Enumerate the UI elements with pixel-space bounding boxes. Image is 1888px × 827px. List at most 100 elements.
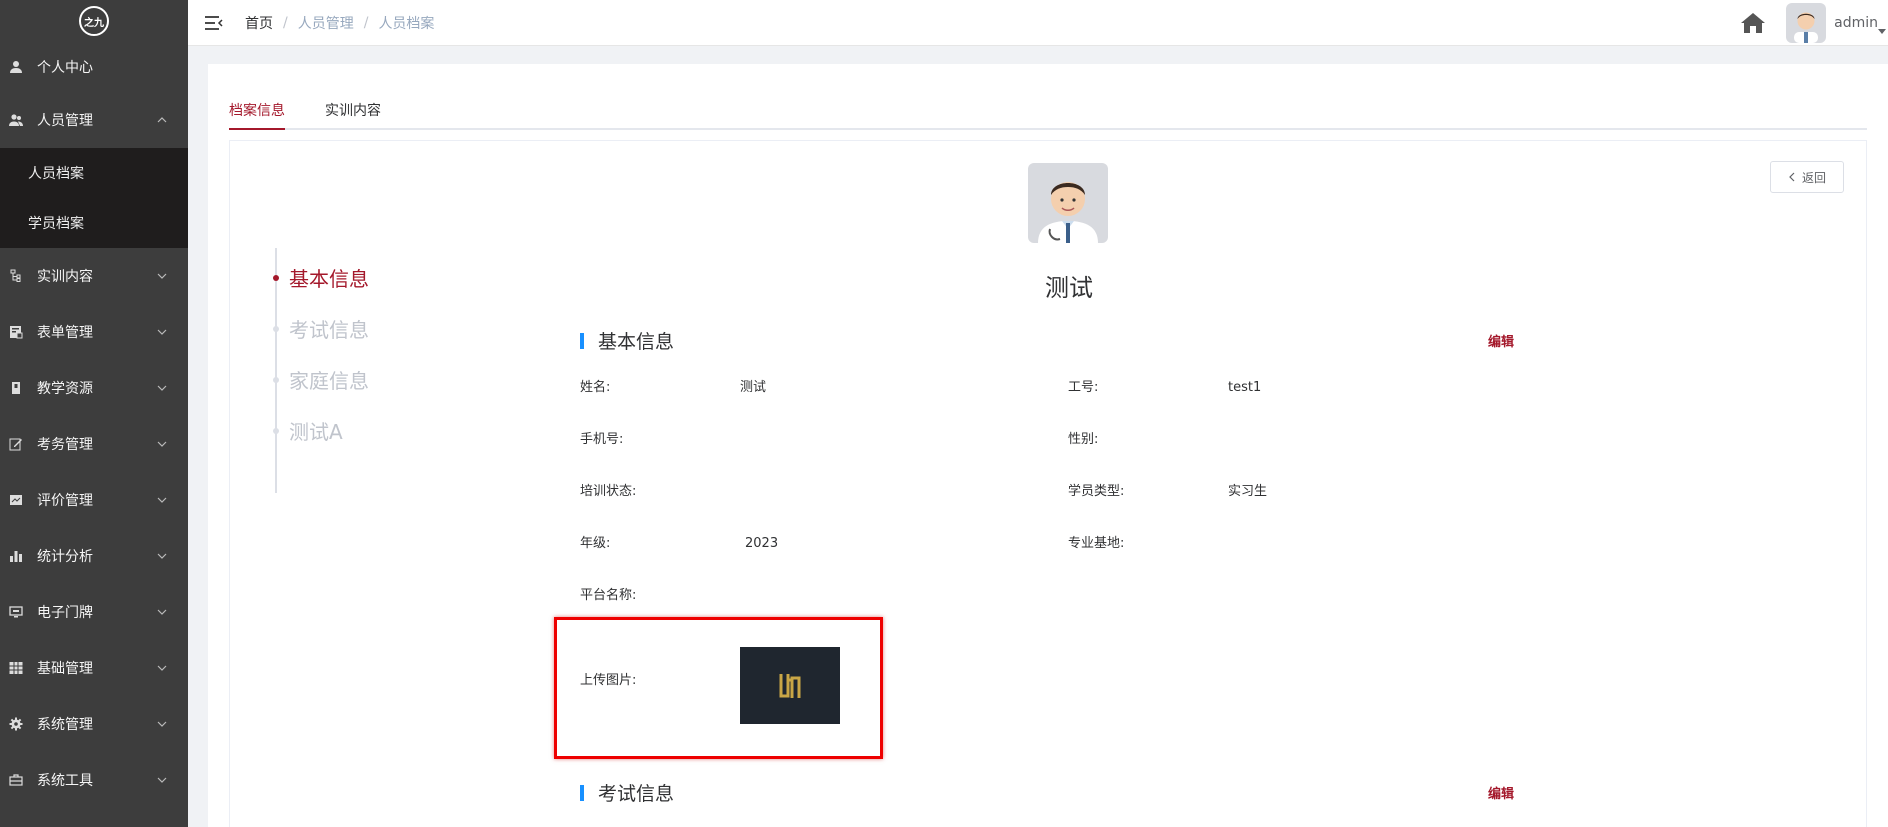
chart-card-icon: [8, 492, 24, 508]
sidebar-item-label: 表单管理: [37, 325, 93, 341]
menu-toggle-icon[interactable]: [205, 15, 223, 31]
section-title-exam: 考试信息: [580, 779, 674, 806]
submenu-personnel: 人员档案 学员档案: [0, 148, 188, 248]
breadcrumb-personnel[interactable]: 人员管理: [298, 13, 354, 33]
tabs: 档案信息 实训内容: [229, 92, 1867, 130]
sidebar-item-basic-management[interactable]: 基础管理: [0, 640, 188, 696]
section-title-text: 基本信息: [598, 331, 675, 353]
sidebar-item-label: 统计分析: [37, 549, 93, 565]
logo: 之九: [79, 6, 109, 36]
tab-training-content[interactable]: 实训内容: [325, 92, 381, 130]
field-label: 工号:: [1068, 380, 1099, 395]
edit-basic-button[interactable]: 编辑: [1488, 331, 1514, 350]
edit-exam-button[interactable]: 编辑: [1488, 783, 1514, 802]
chevron-up-icon: [157, 117, 167, 123]
field-label: 手机号:: [580, 432, 624, 447]
field-base: 专业基地:: [1068, 532, 1228, 551]
avatar[interactable]: [1786, 3, 1827, 43]
sidebar-item-label: 实训内容: [37, 269, 93, 285]
field-grade: 年级: 2023: [580, 532, 778, 551]
app-root: 之九 个人中心 人员管理 人员档案 学员档案 实训内容 表单管理 教学资源 考务…: [0, 0, 1888, 827]
chevron-down-icon: [157, 665, 167, 671]
breadcrumb-current: 人员档案: [378, 15, 435, 32]
gear-icon: [8, 716, 24, 732]
sidebar-subitem-personnel-archive[interactable]: 人员档案: [0, 148, 188, 198]
breadcrumb-home[interactable]: 首页: [245, 13, 273, 33]
sidebar-item-system-management[interactable]: 系统管理: [0, 696, 188, 752]
anchor-family-info[interactable]: 家庭信息: [273, 365, 369, 394]
sidebar-item-statistics[interactable]: 统计分析: [0, 528, 188, 584]
user-icon: [8, 59, 24, 75]
header-right: admin: [1740, 0, 1888, 46]
field-label: 性别:: [1068, 432, 1099, 447]
field-job-no: 工号: test1: [1068, 376, 1261, 395]
sidebar-item-e-doorplate[interactable]: 电子门牌: [0, 584, 188, 640]
sidebar-item-personal-center[interactable]: 个人中心: [0, 42, 188, 92]
sidebar-item-training[interactable]: 实训内容: [0, 248, 188, 304]
field-label: 姓名:: [580, 380, 611, 395]
anchor-exam-info[interactable]: 考试信息: [273, 314, 369, 343]
sidebar-item-label: 系统工具: [37, 773, 93, 789]
field-value: test1: [1228, 380, 1262, 395]
profile-avatar: [1028, 163, 1108, 243]
form-icon: [8, 324, 24, 340]
caret-down-icon[interactable]: [1878, 29, 1886, 34]
logo-area[interactable]: 之九: [0, 0, 188, 42]
sidebar-item-evaluation[interactable]: 评价管理: [0, 472, 188, 528]
field-value: 实习生: [1228, 484, 1268, 499]
sidebar-item-label: 考务管理: [37, 437, 93, 453]
users-icon: [8, 112, 24, 128]
field-value: 测试: [740, 380, 767, 395]
back-button[interactable]: 返回: [1770, 161, 1844, 193]
user-name[interactable]: admin: [1834, 15, 1878, 31]
chevron-down-icon: [157, 777, 167, 783]
field-label: 学员类型:: [1068, 484, 1125, 499]
chevron-down-icon: [157, 553, 167, 559]
tree-icon: [8, 268, 24, 284]
book-icon: [8, 380, 24, 396]
breadcrumb-separator: /: [283, 14, 288, 31]
anchor-label: 家庭信息: [289, 369, 369, 393]
anchor-dot: [273, 376, 279, 383]
chevron-down-icon: [157, 721, 167, 727]
sidebar-item-label: 教学资源: [37, 381, 93, 397]
field-gender: 性别:: [1068, 428, 1228, 447]
field-label: 平台名称:: [580, 588, 637, 603]
sidebar-item-label: 系统管理: [37, 717, 93, 733]
field-platform: 平台名称:: [580, 584, 740, 603]
sidebar-item-label: 电子门牌: [37, 605, 93, 621]
grid-icon: [8, 660, 24, 676]
field-train-status: 培训状态:: [580, 480, 740, 499]
sidebar-item-teaching-resources[interactable]: 教学资源: [0, 360, 188, 416]
sidebar-item-label: 人员管理: [37, 113, 93, 129]
anchor-dot: [273, 427, 279, 434]
home-icon[interactable]: [1740, 11, 1766, 35]
field-label: 培训状态:: [580, 484, 637, 499]
anchor-test-a[interactable]: 测试A: [273, 416, 343, 445]
field-phone: 手机号:: [580, 428, 740, 447]
chevron-down-icon: [157, 273, 167, 279]
archive-card: 返回 基本信息 考试信息 家庭信息 测试A 测试 基本信息 编辑 姓名: 测试 …: [229, 140, 1867, 827]
main-content: 档案信息 实训内容 返回 基本信息 考试信息 家庭信息 测试A 测试 基本信息 …: [208, 64, 1888, 827]
anchor-dot: [273, 325, 279, 332]
field-student-type: 学员类型: 实习生: [1068, 480, 1267, 499]
sidebar-item-label: 评价管理: [37, 493, 93, 509]
sidebar-item-label: 基础管理: [37, 661, 93, 677]
profile-name-text: 测试: [1045, 274, 1093, 302]
chevron-down-icon: [157, 329, 167, 335]
anchor-label: 测试A: [289, 420, 343, 444]
section-title-text: 考试信息: [598, 783, 675, 805]
back-button-label: 返回: [1801, 170, 1826, 185]
chevron-down-icon: [157, 385, 167, 391]
sidebar-item-personnel[interactable]: 人员管理: [0, 92, 188, 148]
field-label: 专业基地:: [1068, 536, 1125, 551]
sidebar-item-system-tools[interactable]: 系统工具: [0, 752, 188, 808]
tab-archive-info[interactable]: 档案信息: [229, 92, 285, 130]
sidebar-item-forms[interactable]: 表单管理: [0, 304, 188, 360]
chevron-left-icon: [1789, 172, 1795, 182]
sidebar-subitem-student-archive[interactable]: 学员档案: [0, 198, 188, 248]
anchor-label: 考试信息: [289, 318, 369, 342]
edit-icon: [8, 436, 24, 452]
sidebar-item-exam-affairs[interactable]: 考务管理: [0, 416, 188, 472]
monitor-icon: [8, 604, 24, 620]
